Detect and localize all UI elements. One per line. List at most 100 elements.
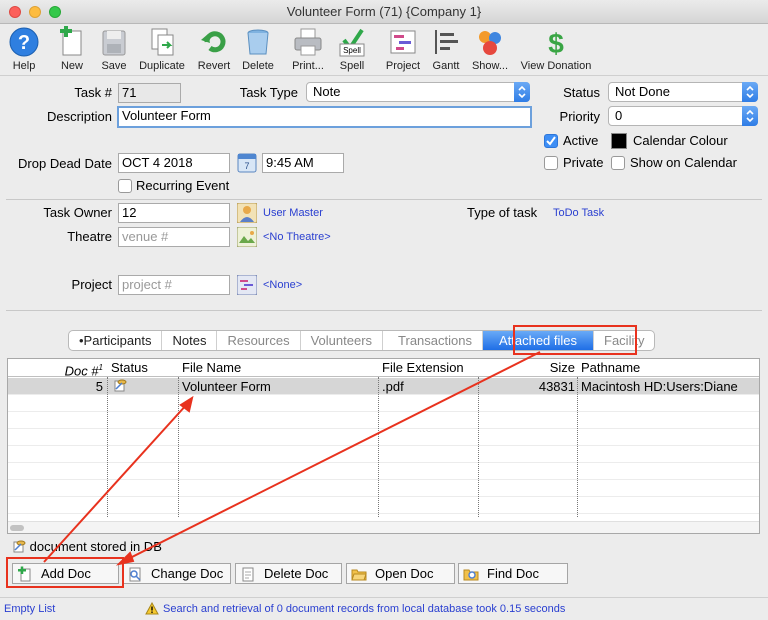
tab-resources[interactable]: Resources [217,331,301,350]
new-button[interactable]: New [54,26,90,72]
table-row[interactable] [8,446,759,463]
column-divider [478,377,479,517]
recurring-event-checkbox[interactable] [118,179,132,193]
close-window-button[interactable] [9,6,21,18]
project-button[interactable]: Project [382,26,424,72]
tab-notes[interactable]: Notes [162,331,218,350]
delete-document-icon [242,567,254,582]
find-doc-label: Find Doc [487,566,540,581]
calendar-picker-button[interactable]: 7 [237,153,257,173]
task-owner-field[interactable]: 12 [118,203,230,223]
table-header: Doc #1 Status File Name File Extension S… [8,359,759,377]
print-button[interactable]: Print... [288,26,328,72]
project-label: Project [385,60,421,72]
svg-text:?: ? [18,32,30,54]
select-arrows-icon [514,82,530,102]
type-of-task-link[interactable]: ToDo Task [553,207,604,219]
horizontal-scrollbar[interactable] [8,521,759,533]
attached-files-table[interactable]: Doc #1 Status File Name File Extension S… [7,358,760,534]
zoom-window-button[interactable] [49,6,61,18]
col-pathname-header[interactable]: Pathname [578,359,759,377]
col-status-header[interactable]: Status [108,359,178,377]
project-name-link[interactable]: <None> [263,279,302,291]
task-type-value: Note [313,84,341,99]
description-field[interactable]: Volunteer Form [117,106,532,128]
stored-in-db-icon [110,378,130,395]
table-row[interactable] [8,429,759,446]
delete-label: Delete [242,60,274,72]
task-owner-lookup-button[interactable] [236,202,258,224]
change-doc-label: Change Doc [151,566,224,581]
view-donation-label: View Donation [520,60,592,72]
spell-label: Spell [339,60,365,72]
revert-icon [201,31,226,53]
annotation-box-attached-files [513,325,637,355]
delete-button[interactable]: Delete [240,26,276,72]
table-row[interactable] [8,395,759,412]
task-type-select[interactable]: Note [306,82,530,102]
priority-label: Priority [559,109,600,124]
drop-dead-time-field[interactable]: 9:45 AM [262,153,344,173]
project-label: Project [71,277,112,292]
delete-doc-button[interactable]: Delete Doc [235,563,342,584]
column-divider [378,377,379,517]
help-button[interactable]: ? Help [6,26,42,72]
theatre-field[interactable]: venue # [118,227,230,247]
table-row[interactable] [8,480,759,497]
project-lookup-button[interactable] [236,274,258,296]
spell-button[interactable]: Spell Spell [334,26,370,72]
delete-doc-label: Delete Doc [264,566,329,581]
col-file-name-header[interactable]: File Name [179,359,379,377]
active-checkbox[interactable] [544,134,558,148]
col-doc-header[interactable]: Doc #1 [8,359,106,377]
duplicate-button[interactable]: Duplicate [136,26,188,72]
status-select[interactable]: Not Done [608,82,758,102]
show-label: Show... [471,60,509,72]
private-checkbox[interactable] [544,156,558,170]
task-owner-label: Task Owner [43,205,112,220]
tab-transactions[interactable]: Transactions [383,331,483,350]
col-file-extension-header[interactable]: File Extension [379,359,479,377]
revert-label: Revert [197,60,231,72]
calendar-icon: 7 [237,153,257,173]
calendar-colour-swatch[interactable] [611,133,627,149]
gantt-button[interactable]: Gantt [428,26,464,72]
save-button[interactable]: Save [96,26,132,72]
table-row[interactable] [8,463,759,480]
warning-icon [145,602,159,615]
help-label: Help [12,60,36,72]
table-row[interactable]: 5 Volunteer Form .pdf 43831 Macintosh HD… [8,378,759,395]
theatre-lookup-button[interactable] [236,226,258,248]
priority-select[interactable]: 0 [608,106,758,126]
table-row[interactable] [8,412,759,429]
scrollbar-thumb[interactable] [10,525,24,531]
view-donation-button[interactable]: $ View Donation [516,26,596,72]
table-row[interactable] [8,497,759,514]
cell-doc: 5 [95,379,103,394]
find-document-icon [463,569,479,581]
tab-volunteers[interactable]: Volunteers [301,331,384,350]
task-owner-name-link[interactable]: User Master [263,207,323,219]
active-label: Active [563,133,599,148]
cell-pathname: Macintosh HD:Users:Diane [581,379,738,394]
show-on-calendar-checkbox[interactable] [611,156,625,170]
change-document-icon [129,567,141,582]
annotation-box-add-doc [6,557,124,588]
task-number-label: Task # [74,85,112,100]
project-field[interactable]: project # [118,275,230,295]
recurring-event-label: Recurring Event [136,178,230,193]
list-status-link[interactable]: Empty List [4,603,55,615]
open-doc-button[interactable]: Open Doc [346,563,455,584]
theatre-name-link[interactable]: <No Theatre> [263,231,331,243]
col-size-header[interactable]: Size [479,359,578,377]
tab-participants[interactable]: •Participants [69,331,163,350]
section-divider [6,310,762,311]
drop-dead-date-field[interactable]: OCT 4 2018 [118,153,230,173]
find-doc-button[interactable]: Find Doc [458,563,568,584]
revert-button[interactable]: Revert [196,26,232,72]
change-doc-button[interactable]: Change Doc [122,563,231,584]
user-icon [236,202,258,224]
show-button[interactable]: Show... [470,26,510,72]
project-icon [390,30,416,54]
minimize-window-button[interactable] [29,6,41,18]
